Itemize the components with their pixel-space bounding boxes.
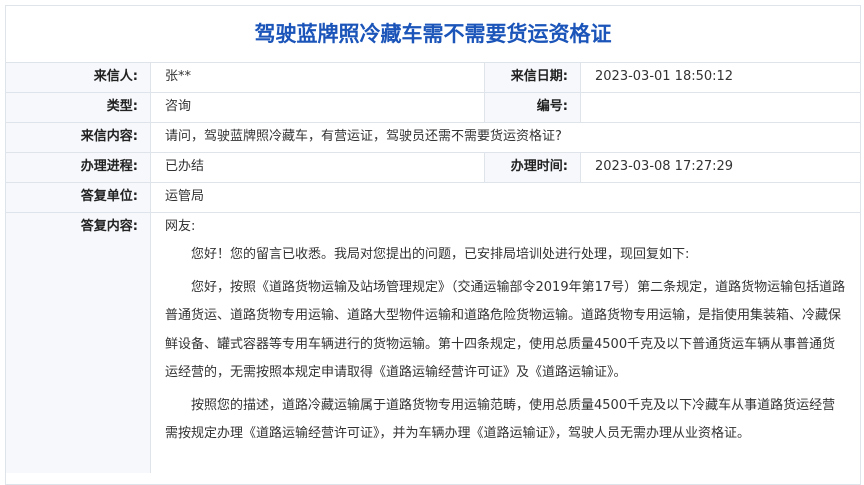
date-label: 来信日期: [485, 63, 581, 92]
reply-greeting: 网友: [165, 219, 196, 234]
date-value: 2023-03-01 18:50:12 [595, 69, 734, 84]
handle-time-value: 2023-03-08 17:27:29 [595, 159, 734, 174]
row-unit: 答复单位: 运管局 [6, 183, 860, 213]
letter-detail-panel: 驾驶蓝牌照冷藏车需不需要货运资格证 来信人: 张** 来信日期: 2023-03… [5, 5, 861, 485]
row-type: 类型: 咨询 编号: [6, 93, 860, 123]
content-label: 来信内容: [6, 123, 151, 152]
sender-label: 来信人: [6, 63, 151, 92]
row-progress: 办理进程: 已办结 办理时间: 2023-03-08 17:27:29 [6, 153, 860, 183]
progress-label: 办理进程: [6, 153, 151, 182]
reply-content: 网友: 您好！您的留言已收悉。我局对您提出的问题，已安排局培训处进行处理，现回复… [151, 213, 860, 473]
unit-value: 运管局 [165, 189, 205, 204]
row-reply: 答复内容: 网友: 您好！您的留言已收悉。我局对您提出的问题，已安排局培训处进行… [6, 213, 860, 473]
reply-paragraph-1: 您好！您的留言已收悉。我局对您提出的问题，已安排局培训处进行处理，现回复如下: [191, 247, 690, 262]
handle-time-label: 办理时间: [485, 153, 581, 182]
content-value: 请问，驾驶蓝牌照冷藏车，有营运证，驾驶员还需不需要货运资格证? [165, 129, 562, 144]
type-value: 咨询 [151, 93, 485, 122]
unit-label: 答复单位: [6, 183, 151, 212]
row-sender: 来信人: 张** 来信日期: 2023-03-01 18:50:12 [6, 63, 860, 93]
number-value [581, 93, 860, 122]
type-label: 类型: [6, 93, 151, 122]
reply-label: 答复内容: [6, 213, 151, 473]
reply-paragraph-3: 按照您的描述，道路冷藏运输属于道路货物专用运输范畴，使用总质量4500千克及以下… [165, 397, 836, 442]
sender-value: 张** [151, 63, 485, 92]
number-label: 编号: [485, 93, 581, 122]
reply-paragraph-2: 您好，按照《道路货物运输及站场管理规定》（交通运输部令2019年第17号）第二条… [165, 279, 846, 381]
page-title: 驾驶蓝牌照冷藏车需不需要货运资格证 [6, 6, 860, 63]
progress-value: 已办结 [151, 153, 485, 182]
row-content: 来信内容: 请问，驾驶蓝牌照冷藏车，有营运证，驾驶员还需不需要货运资格证? [6, 123, 860, 153]
